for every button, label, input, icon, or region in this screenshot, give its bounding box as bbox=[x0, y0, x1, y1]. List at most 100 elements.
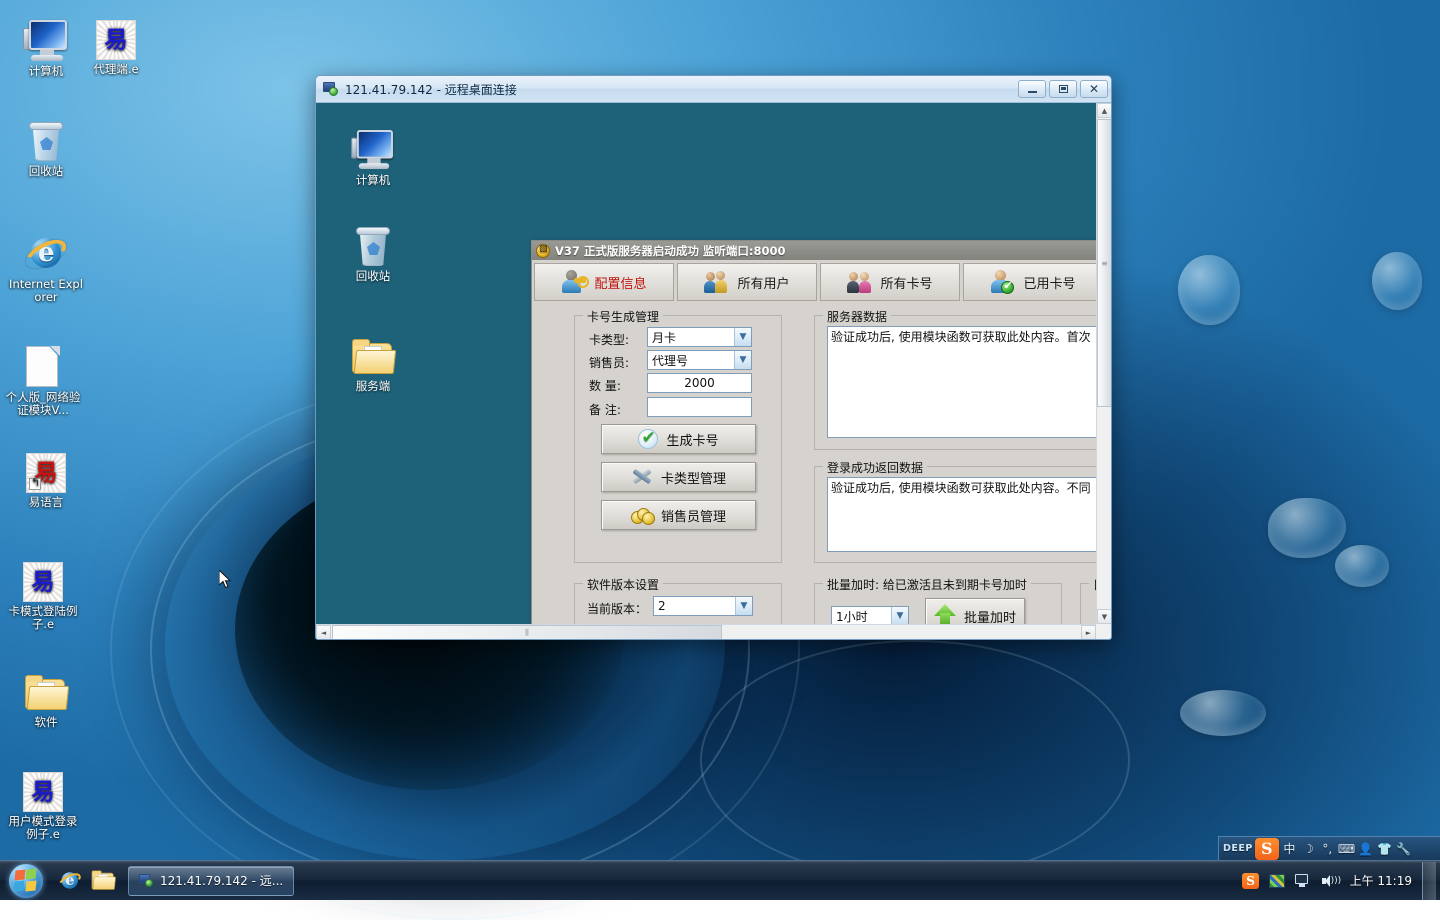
desktop-icon-label: Internet Explorer bbox=[8, 278, 84, 304]
app-tab-bar[interactable]: 配置信息 所有用户 bbox=[532, 260, 1096, 301]
batch-add-time-button[interactable]: 批量加时 bbox=[925, 598, 1025, 624]
vertical-scroll-thumb[interactable]: ≡ bbox=[1097, 119, 1111, 407]
server-app-titlebar[interactable]: V37 正式版服务器启动成功 监听端口:8000 bbox=[532, 241, 1096, 260]
sogou-letter: S bbox=[1255, 838, 1279, 860]
remote-desktop-canvas[interactable]: 计算机 回收站 服务端 bbox=[316, 103, 1111, 639]
desktop-icon-personal-module[interactable]: 个人版_网络验证模块V... bbox=[3, 338, 83, 417]
tab-all-cards[interactable]: 所有卡号 bbox=[820, 263, 960, 301]
desktop-icon-recycle-bin[interactable]: 回收站 bbox=[8, 112, 84, 178]
close-button[interactable]: ✕ bbox=[1080, 80, 1108, 98]
remote-session-desktop[interactable]: 计算机 回收站 服务端 bbox=[316, 103, 1096, 624]
ime-keyboard-icon[interactable]: ⌨ bbox=[1338, 839, 1355, 859]
batch-duration-combo[interactable]: 1小时 ▼ bbox=[831, 606, 909, 624]
tab-label: 配置信息 bbox=[594, 273, 646, 292]
scroll-up-button[interactable]: ▲ bbox=[1097, 103, 1111, 118]
scroll-down-button[interactable]: ▼ bbox=[1097, 609, 1111, 624]
desktop-icon-label: 计算机 bbox=[8, 65, 84, 78]
taskbar-clock[interactable]: 上午 11:19 bbox=[1342, 872, 1420, 889]
sogou-ime-bar[interactable]: DEEP S 中 ☽ °, ⌨ 👤 👕 🔧 bbox=[1218, 836, 1440, 860]
ime-moon-icon[interactable]: ☽ bbox=[1300, 839, 1317, 859]
remote-icon-recycle-bin[interactable]: 回收站 bbox=[336, 221, 410, 283]
chevron-down-icon[interactable]: ▼ bbox=[891, 607, 908, 624]
scroll-right-button[interactable]: ► bbox=[1081, 625, 1096, 639]
desktop[interactable]: 计算机 易 代理端.e 回收站 e Internet Explorer 个人版_… bbox=[0, 0, 1440, 900]
quicklaunch-explorer[interactable] bbox=[84, 864, 118, 898]
generate-card-button[interactable]: 生成卡号 bbox=[601, 424, 756, 454]
ime-punctuation-icon[interactable]: °, bbox=[1319, 839, 1336, 859]
current-version-value: 2 bbox=[658, 599, 666, 613]
remote-desktop-icon bbox=[323, 81, 339, 97]
batch-add-time-label: 批量加时 bbox=[964, 607, 1016, 625]
desktop-icon-internet-explorer[interactable]: e Internet Explorer bbox=[8, 225, 84, 304]
desktop-icon-user-login-example[interactable]: 易 用户模式登录例子.e bbox=[3, 762, 83, 841]
taskbar[interactable]: e 121.41.79.142 - 远... S bbox=[0, 860, 1440, 900]
tab-label: 已用卡号 bbox=[1023, 273, 1075, 292]
start-button[interactable] bbox=[2, 862, 50, 900]
show-desktop-button[interactable] bbox=[1422, 862, 1436, 900]
system-tray[interactable]: S ))) 上午 11:19 bbox=[1238, 861, 1440, 900]
remote-icon-label: 回收站 bbox=[356, 269, 391, 283]
tray-sogou-icon[interactable]: S bbox=[1238, 861, 1264, 901]
horizontal-scroll-thumb[interactable]: ⫼ bbox=[332, 625, 722, 639]
desktop-icon-agent-client[interactable]: 易 代理端.e bbox=[78, 10, 154, 76]
sogou-logo-icon[interactable]: S bbox=[1255, 838, 1279, 860]
remote-horizontal-scrollbar[interactable]: ◄ ⫼ ► bbox=[316, 624, 1096, 639]
batch-duration-value: 1小时 bbox=[836, 608, 868, 625]
tab-all-users[interactable]: 所有用户 bbox=[677, 263, 817, 301]
taskbar-item-label: 121.41.79.142 - 远... bbox=[160, 872, 283, 889]
ime-user-icon[interactable]: 👤 bbox=[1357, 839, 1374, 859]
taskbar-item-remote-desktop[interactable]: 121.41.79.142 - 远... bbox=[128, 866, 294, 896]
desktop-icon-software-folder[interactable]: 软件 bbox=[8, 663, 84, 729]
chevron-down-icon[interactable]: ▼ bbox=[735, 597, 752, 615]
server-app-window[interactable]: V37 正式版服务器启动成功 监听端口:8000 配置信息 bbox=[531, 240, 1096, 624]
app-content-area: 卡号生成管理 卡类型: 月卡 ▼ 销售员: 代理号 ▼ 数 bbox=[532, 301, 1096, 624]
tab-label: 所有卡号 bbox=[880, 273, 932, 292]
desktop-icon-eyuyan[interactable]: 易 易语言 bbox=[8, 443, 84, 509]
quantity-input[interactable]: 2000 bbox=[647, 373, 752, 393]
salesperson-manage-button[interactable]: 销售员管理 bbox=[601, 500, 756, 530]
ime-skin-icon[interactable]: 👕 bbox=[1376, 839, 1393, 859]
remote-vertical-scrollbar[interactable]: ▲ ≡ ▼ bbox=[1096, 103, 1111, 624]
server-data-textarea[interactable]: 验证成功后, 使用模块函数可获取此处内容。首次 bbox=[827, 326, 1096, 438]
tray-volume-icon[interactable]: ))) bbox=[1316, 861, 1342, 901]
login-return-textarea[interactable]: 验证成功后, 使用模块函数可获取此处内容。不同 bbox=[827, 477, 1096, 552]
desktop-icon-computer[interactable]: 计算机 bbox=[8, 12, 84, 78]
version-settings-group: 软件版本设置 当前版本： 2 ▼ 只允许当前版本登录 bbox=[574, 583, 782, 624]
batch-add-time-legend: 批量加时: 给已激活且未到期卡号加时 bbox=[823, 576, 1031, 593]
desktop-icon-label: 软件 bbox=[8, 716, 84, 729]
windows-logo-icon bbox=[9, 864, 43, 898]
salesperson-combo[interactable]: 代理号 ▼ bbox=[647, 350, 752, 370]
tray-network-activity-icon[interactable] bbox=[1264, 861, 1290, 901]
remote-desktop-window[interactable]: 121.41.79.142 - 远程桌面连接 ✕ 计算机 bbox=[315, 75, 1112, 640]
desktop-icon-card-login-example[interactable]: 易 卡模式登陆例子.e bbox=[3, 552, 83, 631]
chevron-down-icon[interactable]: ▼ bbox=[734, 351, 751, 369]
remote-desktop-titlebar[interactable]: 121.41.79.142 - 远程桌面连接 ✕ bbox=[316, 76, 1111, 103]
two-people-icon bbox=[847, 269, 873, 295]
version-settings-legend: 软件版本设置 bbox=[583, 576, 663, 593]
ime-toolbox-icon[interactable]: 🔧 bbox=[1395, 839, 1412, 859]
quicklaunch-internet-explorer[interactable]: e bbox=[50, 864, 84, 898]
card-type-combo[interactable]: 月卡 ▼ bbox=[647, 327, 752, 347]
eyu-red-icon: 易 bbox=[8, 443, 84, 493]
tab-config-info[interactable]: 配置信息 bbox=[534, 263, 674, 301]
desktop-icon-label: 卡模式登陆例子.e bbox=[3, 605, 83, 631]
recycle-bin-icon bbox=[8, 112, 84, 162]
quantity-label: 数 量: bbox=[589, 377, 621, 394]
minimize-button[interactable] bbox=[1018, 80, 1046, 98]
remote-icon-computer[interactable]: 计算机 bbox=[336, 125, 410, 187]
remote-icon-server-folder[interactable]: 服务端 bbox=[336, 331, 410, 393]
water-drop bbox=[1372, 252, 1422, 310]
remark-input[interactable] bbox=[647, 397, 752, 417]
scroll-left-button[interactable]: ◄ bbox=[316, 625, 331, 639]
chevron-down-icon[interactable]: ▼ bbox=[734, 328, 751, 346]
salesperson-manage-label: 销售员管理 bbox=[661, 506, 726, 525]
gear-smiley-icon bbox=[536, 244, 550, 258]
tab-used-cards[interactable]: 已用卡号 bbox=[963, 263, 1096, 301]
tray-display-icon[interactable] bbox=[1290, 861, 1316, 901]
restore-button[interactable] bbox=[1049, 80, 1077, 98]
mouse-cursor bbox=[219, 570, 233, 590]
current-version-combo[interactable]: 2 ▼ bbox=[653, 596, 753, 616]
card-type-manage-button[interactable]: 卡类型管理 bbox=[601, 462, 756, 492]
taskbar-task-list[interactable]: 121.41.79.142 - 远... bbox=[128, 866, 294, 896]
ime-mode-chinese[interactable]: 中 bbox=[1281, 839, 1298, 859]
